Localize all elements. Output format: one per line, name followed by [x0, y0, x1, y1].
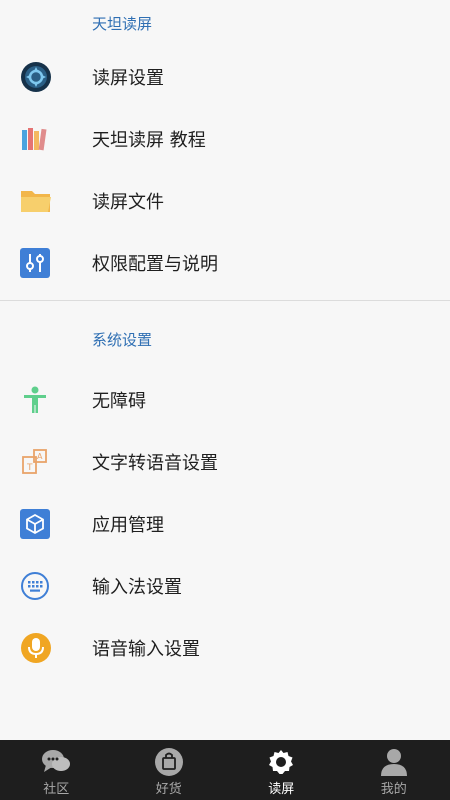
row-input-method[interactable]: 输入法设置 — [0, 555, 450, 617]
row-screen-reader-files[interactable]: 读屏文件 — [0, 170, 450, 232]
gear-icon — [0, 46, 92, 108]
row-label: 权限配置与说明 — [92, 254, 218, 275]
books-icon — [0, 108, 92, 170]
section-title: 系统设置 — [92, 330, 153, 349]
nav-tab-mine[interactable]: 我的 — [338, 740, 450, 800]
section-header-tiantan: 天坦读屏 — [0, 0, 450, 46]
shopping-bag-icon — [154, 746, 184, 778]
row-voice-input[interactable]: 语音输入设置 — [0, 617, 450, 679]
folder-icon — [0, 170, 92, 232]
row-label: 语音输入设置 — [92, 639, 200, 660]
row-label: 天坦读屏 教程 — [92, 130, 206, 151]
nav-label: 好货 — [155, 782, 182, 797]
accessibility-icon — [0, 369, 92, 431]
row-permissions[interactable]: 权限配置与说明 — [0, 232, 450, 294]
bottom-navigation: 社区 好货 读屏 我的 — [0, 740, 450, 800]
nav-label: 社区 — [43, 782, 70, 797]
settings-list: 天坦读屏 读屏设置 天坦读屏 教程 读屏文件 权限配置与说明 系统设置 无障碍 … — [0, 0, 450, 679]
nav-tab-goods[interactable]: 好货 — [113, 740, 226, 800]
svg-text:A: A — [37, 452, 43, 461]
chat-bubbles-icon — [41, 746, 71, 778]
section-header-system: 系统设置 — [0, 301, 450, 369]
person-icon — [379, 746, 409, 778]
app-cube-icon — [0, 493, 92, 555]
section-title: 天坦读屏 — [92, 14, 153, 33]
row-tts-settings[interactable]: T A 文字转语音设置 — [0, 431, 450, 493]
gear-icon — [267, 746, 295, 778]
nav-label: 我的 — [380, 782, 407, 797]
row-label: 输入法设置 — [92, 577, 182, 598]
row-label: 读屏设置 — [92, 68, 164, 89]
row-accessibility[interactable]: 无障碍 — [0, 369, 450, 431]
keyboard-icon — [0, 555, 92, 617]
row-screen-reader-settings[interactable]: 读屏设置 — [0, 46, 450, 108]
row-app-management[interactable]: 应用管理 — [0, 493, 450, 555]
nav-tab-screen-reader[interactable]: 读屏 — [225, 740, 338, 800]
nav-label: 读屏 — [268, 782, 295, 797]
row-label: 文字转语音设置 — [92, 453, 218, 474]
row-label: 读屏文件 — [92, 192, 164, 213]
row-label: 无障碍 — [92, 391, 146, 412]
row-tutorial[interactable]: 天坦读屏 教程 — [0, 108, 450, 170]
microphone-icon — [0, 617, 92, 679]
text-to-speech-icon: T A — [0, 431, 92, 493]
svg-text:T: T — [26, 463, 33, 473]
row-label: 应用管理 — [92, 515, 164, 536]
sliders-icon — [0, 232, 92, 294]
nav-tab-community[interactable]: 社区 — [0, 740, 113, 800]
